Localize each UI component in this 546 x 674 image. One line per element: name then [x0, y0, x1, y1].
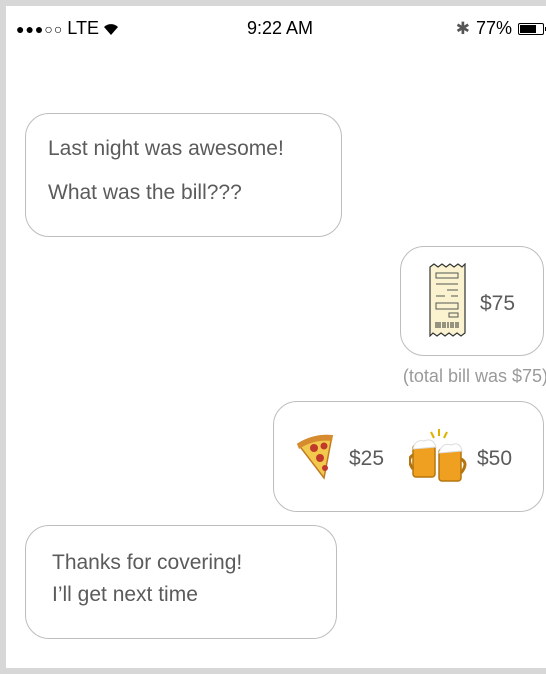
bluetooth-icon: ✱ — [455, 18, 470, 38]
status-bar: ●●●○○ LTE 9:22 AM ✱ 77% — [16, 16, 546, 44]
pizza-amount: $25 — [349, 447, 385, 470]
pizza-icon — [296, 434, 333, 480]
battery-fill — [520, 24, 537, 33]
receipt-icon — [429, 263, 466, 337]
beer-amount: $50 — [477, 447, 513, 470]
message-text: Last night was awesome! — [48, 137, 284, 160]
battery-icon — [518, 22, 546, 35]
message-bubble-incoming[interactable]: Last night was awesome! What was the bil… — [25, 113, 342, 237]
status-right: ✱ 77% — [455, 18, 546, 39]
message-bubble-outgoing[interactable]: $25 $50 — [273, 401, 544, 512]
message-bubble-incoming[interactable]: Thanks for covering! I’ll get next time — [25, 525, 337, 639]
message-bubble-outgoing[interactable]: $75 — [400, 246, 544, 356]
message-text: What was the bill??? — [48, 181, 242, 205]
phone-screen: ●●●○○ LTE 9:22 AM ✱ 77% Last night was a… — [0, 0, 546, 674]
bill-caption: (total bill was $75) — [402, 366, 546, 386]
message-text: Thanks for covering! — [52, 551, 243, 574]
bill-amount: $75 — [480, 292, 516, 315]
battery-percent: 77% — [475, 18, 512, 38]
message-text: I’ll get next time — [52, 583, 198, 607]
beer-mugs-icon — [409, 429, 467, 482]
